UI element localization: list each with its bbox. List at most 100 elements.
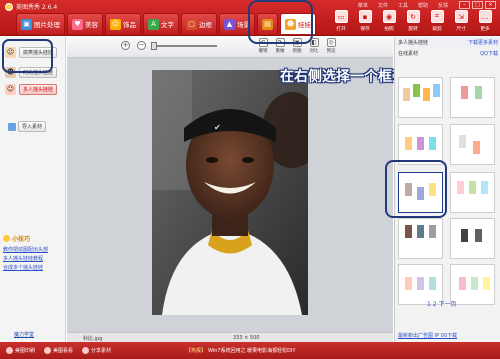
tab-image-edit[interactable]: ▣ 图片处理	[16, 13, 65, 34]
folder-icon: ▭	[334, 10, 348, 23]
tip-link-1[interactable]: 多人摇头娃娃教程	[3, 255, 63, 264]
bottom-item-share[interactable]: 分享素材	[82, 347, 111, 354]
figure	[417, 137, 424, 150]
menu-item-4[interactable]: 反馈	[438, 2, 448, 9]
figure	[405, 277, 412, 290]
tab-accessories[interactable]: ☺ 饰品	[105, 13, 141, 34]
maximize-button[interactable]: □	[472, 1, 483, 9]
news-ticker[interactable]: 【热报】 Win7系统回用之 暖果电影海报轻松DIY	[186, 347, 296, 354]
app-title-text: 美图秀秀 2.6.4	[16, 4, 58, 11]
close-button[interactable]: ×	[485, 1, 496, 9]
magic-classroom-link[interactable]: 魔力学堂	[14, 331, 34, 338]
ad-link[interactable]: 最新新出广告图 IP 00下载	[398, 332, 457, 339]
tip-link-0[interactable]: 教你把炫图配出头部	[3, 246, 63, 255]
figure	[429, 277, 436, 290]
compare-label: 对比	[309, 49, 319, 54]
image-icon: ▣	[21, 18, 32, 30]
bottom-item-print[interactable]: 美图印刷	[6, 347, 35, 354]
figure	[429, 137, 436, 150]
zoom-slider[interactable]	[153, 45, 217, 47]
preview-button[interactable]: ◎ 预览	[323, 38, 339, 54]
resize-button[interactable]: ⇲ 尺寸	[450, 10, 472, 34]
window-controls: – □ ×	[459, 1, 496, 9]
figure	[417, 225, 424, 238]
disk-icon: ▪	[358, 10, 372, 23]
tab-beauty[interactable]: ♥ 美容	[67, 13, 103, 34]
figure	[483, 277, 490, 290]
online-label: 在线素材	[398, 50, 419, 57]
template-thumb-6[interactable]	[450, 172, 495, 213]
open-button[interactable]: ▭ 打开	[330, 10, 352, 34]
template-thumb-3[interactable]	[398, 124, 443, 165]
canvas-status-bar: 科比.jpg 333 × 500	[67, 332, 393, 342]
import-label: 导入素材	[18, 121, 47, 132]
smile-icon: ☺	[110, 18, 121, 30]
more-icon: …	[478, 10, 492, 23]
figure	[405, 137, 412, 150]
tool-label: 保存	[360, 27, 370, 32]
tool-label: 更多	[480, 27, 490, 32]
bottom-item-viewer[interactable]: 美图看看	[44, 347, 73, 354]
rotate-button[interactable]: ↻ 旋转	[402, 10, 424, 34]
import-material-button[interactable]: 导入素材	[8, 121, 47, 132]
menu-item-2[interactable]: 工具	[398, 2, 408, 9]
original-label: 原图	[292, 49, 302, 54]
more-button[interactable]: … 更多	[474, 10, 496, 34]
tab-frame[interactable]: ▢ 边框	[181, 13, 217, 34]
zoom-slider-thumb[interactable]	[151, 42, 157, 50]
zoom-out-button[interactable]: −	[137, 41, 146, 50]
news-tag: 【热报】	[186, 348, 207, 354]
main-toolbar: ▭ 打开 ▪ 保存 ◉ 拍照 ↻ 旋转 ⌗ 裁剪 ⇲ 尺寸 … 更多	[330, 10, 496, 34]
menu-item-0[interactable]: 菜单	[358, 2, 368, 9]
figure	[433, 84, 440, 97]
template-thumb-8[interactable]	[450, 218, 495, 259]
tab-label: 边框	[199, 21, 212, 29]
tool-label: 旋转	[408, 27, 418, 32]
preview-icon: ◎	[326, 38, 336, 47]
bottom-item-label: 美图看看	[53, 348, 74, 354]
camera-button[interactable]: ◉ 拍照	[378, 10, 400, 34]
multi-doll-button[interactable]: ☺ 多人摇头娃娃	[5, 83, 61, 95]
zoom-in-button[interactable]: +	[121, 41, 130, 50]
qq-download-link[interactable]: QQ下载	[480, 50, 498, 57]
tool-label: 打开	[336, 27, 346, 32]
right-panel-subbar: 在线素材 QQ下载	[395, 48, 500, 58]
right-panel-title[interactable]: 多人摇头娃娃	[398, 39, 428, 46]
template-thumb-7[interactable]	[398, 218, 443, 259]
download-more-link[interactable]: 下载更多素材	[468, 39, 498, 46]
redo-label: 重做	[275, 49, 285, 54]
template-thumb-10[interactable]	[450, 264, 495, 305]
menu-item-3[interactable]: 帮助	[418, 2, 428, 9]
figure	[475, 86, 482, 99]
minimize-button[interactable]: –	[459, 1, 470, 9]
tips-title: 小技巧	[3, 234, 63, 243]
template-thumb-4[interactable]	[450, 124, 495, 165]
template-thumb-2[interactable]	[450, 77, 495, 118]
import-icon	[8, 122, 16, 131]
canvas-toolbar: + − ↶ 撤销 ↷ 重做 ▣ 原图 ◧ 对比 ◎ 预览	[67, 37, 393, 58]
filename-label: 科比.jpg	[83, 336, 103, 342]
online-material-button[interactable]: 在线素材	[398, 50, 418, 57]
template-thumb-1[interactable]	[398, 77, 443, 118]
news-text: Win7系统回用之 暖果电影海报轻松DIY	[208, 348, 296, 354]
print-icon	[6, 347, 13, 354]
tab-label: 文字	[161, 21, 174, 29]
tips-section: 小技巧 教你把炫图配出头部 多人摇头娃娃教程 合成多个摇头娃娃	[3, 234, 63, 273]
figure	[461, 229, 468, 242]
tip-link-2[interactable]: 合成多个摇头娃娃	[3, 264, 63, 273]
figure	[471, 277, 478, 290]
undo-label: 撤销	[258, 49, 268, 54]
tab-label: 美容	[85, 21, 98, 29]
app-title: 美图秀秀 2.6.4	[5, 2, 57, 11]
pagination[interactable]: 1 2 下一页	[427, 299, 456, 308]
bottom-bar: 美图印刷 美图看看 分享素材 【热报】 Win7系统回用之 暖果电影海报轻松DI…	[0, 342, 500, 359]
tool-label: 拍照	[384, 27, 394, 32]
menu-item-1[interactable]: 文件	[378, 2, 388, 9]
tab-text[interactable]: A 文字	[143, 13, 179, 34]
left-panel: ☺ 搞笑摇头娃娃 ☻ 时尚摇头娃娃 ☺ 多人摇头娃娃 导入素材 小技巧 教你把炫…	[0, 37, 66, 342]
lightbulb-icon	[3, 235, 10, 242]
save-button[interactable]: ▪ 保存	[354, 10, 376, 34]
crop-button[interactable]: ⌗ 裁剪	[426, 10, 448, 34]
figure	[423, 88, 430, 101]
share-icon	[82, 347, 89, 354]
